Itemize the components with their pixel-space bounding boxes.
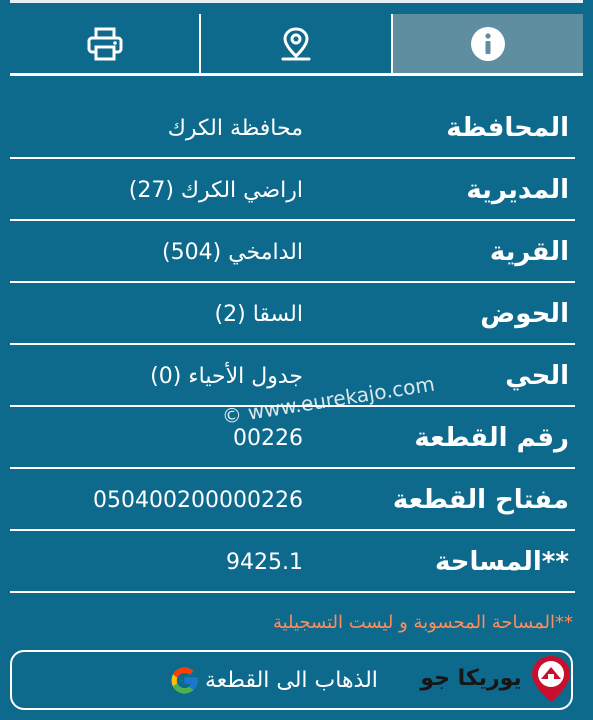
detail-row-area: **المساحة 9425.1 <box>10 531 575 593</box>
printer-icon <box>86 27 124 61</box>
info-icon <box>470 26 506 62</box>
brand-badge: يوريكا جو <box>420 654 573 708</box>
detail-label: المحافظة <box>446 113 569 143</box>
detail-label: رقم القطعة <box>414 423 569 453</box>
tab-location[interactable] <box>201 14 393 76</box>
detail-label: مفتاح القطعة <box>392 485 569 515</box>
parcel-details: المحافظة محافظة الكرك المديرية اراضي الك… <box>10 97 575 593</box>
detail-label: **المساحة <box>434 547 569 577</box>
detail-value: 9425.1 <box>226 549 303 575</box>
detail-label: الحوض <box>480 299 569 329</box>
detail-value: محافظة الكرك <box>167 115 303 141</box>
detail-row-village: القرية الدامخي (504) <box>10 221 575 283</box>
top-divider <box>10 0 583 3</box>
brand-name: يوريكا جو <box>420 665 522 691</box>
detail-value: السقا (2) <box>214 301 303 327</box>
detail-label: القرية <box>489 237 569 267</box>
detail-row-parcel-key: مفتاح القطعة 050400200000226 <box>10 469 575 531</box>
detail-value: الدامخي (504) <box>162 239 303 265</box>
detail-row-basin: الحوض السقا (2) <box>10 283 575 345</box>
eureka-logo-icon <box>529 654 573 704</box>
tab-bar <box>10 14 583 76</box>
detail-value: 050400200000226 <box>93 487 303 513</box>
detail-row-directorate: المديرية اراضي الكرك (27) <box>10 159 575 221</box>
detail-label: الحي <box>505 361 569 391</box>
detail-value: اراضي الكرك (27) <box>128 177 303 203</box>
detail-label: المديرية <box>466 175 569 205</box>
map-pin-icon <box>279 26 313 62</box>
tab-print[interactable] <box>10 14 201 76</box>
detail-row-governorate: المحافظة محافظة الكرك <box>10 97 575 159</box>
go-to-parcel-label: الذهاب الى القطعة <box>205 667 378 693</box>
tab-info[interactable] <box>393 14 583 76</box>
area-footnote: **المساحة المحسوبة و ليست التسجيلية <box>272 612 573 633</box>
google-icon <box>169 665 200 696</box>
